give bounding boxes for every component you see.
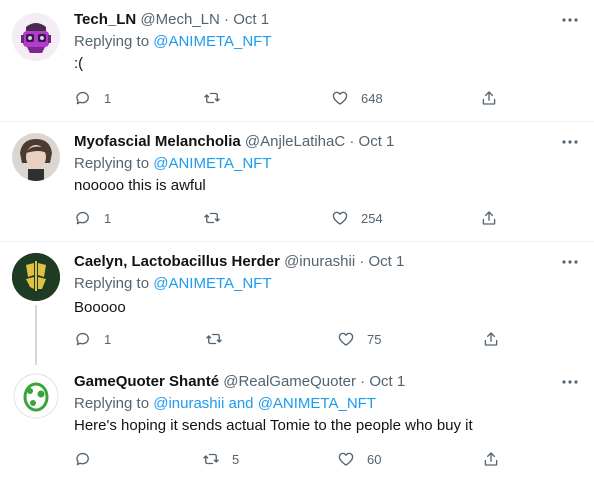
mention-link[interactable]: @ANIMETA_NFT bbox=[153, 275, 271, 292]
share-icon bbox=[482, 91, 496, 105]
timestamp[interactable]: Oct 1 bbox=[359, 133, 395, 150]
reply-button[interactable] bbox=[74, 449, 104, 469]
mention-link[interactable]: @inurashii bbox=[153, 395, 224, 412]
heart-icon bbox=[332, 91, 348, 105]
display-name[interactable]: Caelyn, Lactobacillus Herder bbox=[74, 253, 280, 270]
like-count: 60 bbox=[367, 451, 382, 467]
replying-to-label: Replying to bbox=[74, 33, 154, 50]
shield-crest-avatar-icon bbox=[12, 253, 60, 301]
tweet-3[interactable]: Caelyn, Lactobacillus Herder @inurashii … bbox=[0, 242, 594, 365]
like-button[interactable]: 75 bbox=[337, 329, 381, 349]
reply-button[interactable]: 1 bbox=[74, 329, 111, 349]
tweet-text: Here's hoping it sends actual Tomie to t… bbox=[74, 417, 473, 434]
retweet-icon bbox=[204, 212, 220, 224]
mention-link[interactable]: @ANIMETA_NFT bbox=[153, 33, 271, 50]
more-icon[interactable] bbox=[558, 252, 582, 272]
share-icon bbox=[484, 332, 498, 346]
display-name[interactable]: GameQuoter Shanté bbox=[74, 373, 219, 390]
separator-dot: · bbox=[360, 373, 366, 390]
like-count: 648 bbox=[361, 90, 383, 106]
tweet-1[interactable]: Tech_LN @Mech_LN · Oct 1 Replying to @AN… bbox=[0, 0, 594, 121]
like-count: 254 bbox=[361, 210, 383, 226]
replying-to: Replying to @ANIMETA_NFT bbox=[74, 154, 272, 174]
avatar-caelyn[interactable] bbox=[12, 253, 60, 301]
display-name[interactable]: Tech_LN bbox=[74, 11, 136, 28]
replying-to: Replying to @inurashii and @ANIMETA_NFT bbox=[74, 394, 376, 414]
retweet-button[interactable] bbox=[205, 329, 235, 349]
retweet-icon bbox=[206, 333, 222, 345]
avatar-gamequoter[interactable] bbox=[12, 372, 60, 420]
tweet-header: Tech_LN @Mech_LN · Oct 1 bbox=[74, 10, 269, 30]
avatar-tech-ln[interactable] bbox=[12, 13, 60, 61]
thread-line bbox=[35, 305, 37, 365]
replying-to: Replying to @ANIMETA_NFT bbox=[74, 274, 272, 294]
more-icon[interactable] bbox=[558, 10, 582, 30]
tweet-2[interactable]: Myofascial Melancholia @AnjleLatihaC · O… bbox=[0, 122, 594, 241]
like-button[interactable]: 254 bbox=[331, 208, 383, 228]
tweet-4[interactable]: GameQuoter Shanté @RealGameQuoter · Oct … bbox=[0, 362, 594, 481]
user-handle[interactable]: @Mech_LN bbox=[140, 11, 219, 28]
reply-button[interactable]: 1 bbox=[74, 208, 111, 228]
separator-dot: · bbox=[224, 11, 230, 28]
user-handle[interactable]: @RealGameQuoter bbox=[223, 373, 356, 390]
like-button[interactable]: 60 bbox=[337, 449, 381, 469]
heart-icon bbox=[338, 452, 354, 466]
reply-button[interactable]: 1 bbox=[74, 88, 111, 108]
share-button[interactable] bbox=[480, 88, 498, 108]
mention-link[interactable]: @ANIMETA_NFT bbox=[258, 395, 376, 412]
reply-icon bbox=[76, 332, 89, 346]
timestamp[interactable]: Oct 1 bbox=[233, 11, 269, 28]
mention-link[interactable]: @ANIMETA_NFT bbox=[153, 155, 271, 172]
tweet-text: :( bbox=[74, 55, 84, 72]
reply-icon bbox=[76, 211, 89, 225]
heart-icon bbox=[332, 211, 348, 225]
timestamp[interactable]: Oct 1 bbox=[369, 253, 405, 270]
heart-icon bbox=[338, 332, 354, 346]
share-icon bbox=[482, 211, 496, 225]
retweet-button[interactable] bbox=[203, 208, 233, 228]
tweet-text: Booooo bbox=[74, 299, 126, 316]
reply-icon bbox=[76, 452, 89, 466]
replying-to-label: Replying to bbox=[74, 275, 154, 292]
more-icon[interactable] bbox=[558, 132, 582, 152]
tweet-header: Myofascial Melancholia @AnjleLatihaC · O… bbox=[74, 132, 394, 152]
person-avatar-icon bbox=[12, 133, 60, 181]
replying-to-label: Replying to bbox=[74, 155, 154, 172]
reply-icon bbox=[76, 91, 89, 105]
tweet-header: GameQuoter Shanté @RealGameQuoter · Oct … bbox=[74, 372, 405, 392]
reply-count: 1 bbox=[104, 90, 112, 106]
replying-to: Replying to @ANIMETA_NFT bbox=[74, 32, 272, 52]
share-button[interactable] bbox=[480, 208, 498, 228]
user-handle[interactable]: @AnjleLatihaC bbox=[245, 133, 345, 150]
retweet-icon bbox=[203, 453, 219, 465]
robot-avatar-icon bbox=[12, 13, 60, 61]
display-name[interactable]: Myofascial Melancholia bbox=[74, 133, 241, 150]
yoshi-egg-avatar-icon bbox=[12, 372, 60, 420]
like-button[interactable]: 648 bbox=[331, 88, 383, 108]
retweet-button[interactable] bbox=[203, 88, 233, 108]
separator-dot: · bbox=[349, 133, 355, 150]
retweet-count: 5 bbox=[232, 451, 240, 467]
reply-count: 1 bbox=[104, 210, 112, 226]
retweet-icon bbox=[204, 92, 220, 104]
tweet-header: Caelyn, Lactobacillus Herder @inurashii … bbox=[74, 252, 404, 272]
avatar-myofascial[interactable] bbox=[12, 133, 60, 181]
user-handle[interactable]: @inurashii bbox=[284, 253, 355, 270]
share-button[interactable] bbox=[482, 449, 500, 469]
retweet-button[interactable]: 5 bbox=[202, 449, 239, 469]
replying-to-label: Replying to bbox=[74, 395, 154, 412]
more-icon[interactable] bbox=[558, 372, 582, 392]
timestamp[interactable]: Oct 1 bbox=[369, 373, 405, 390]
like-count: 75 bbox=[367, 331, 382, 347]
tweet-text: nooooo this is awful bbox=[74, 177, 206, 194]
share-icon bbox=[484, 452, 498, 466]
share-button[interactable] bbox=[482, 329, 500, 349]
mention-joiner: and bbox=[224, 395, 258, 412]
reply-count: 1 bbox=[104, 331, 112, 347]
separator-dot: · bbox=[359, 253, 365, 270]
